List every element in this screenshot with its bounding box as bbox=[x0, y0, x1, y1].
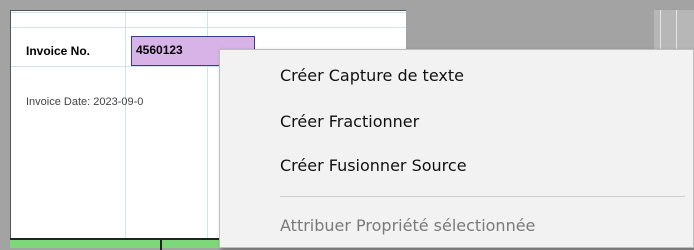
menu-icon-gutter bbox=[220, 50, 252, 247]
menu-item-create-merge-source[interactable]: Créer Fusionner Source bbox=[280, 156, 467, 175]
menu-item-create-text-capture[interactable]: Créer Capture de texte bbox=[280, 66, 464, 85]
invoice-number-label: Invoice No. bbox=[26, 44, 91, 58]
guide-line bbox=[11, 12, 406, 13]
table-header-row bbox=[10, 238, 220, 250]
context-menu: Créer Capture de texte Créer Fractionner… bbox=[219, 49, 694, 248]
menu-separator bbox=[280, 196, 685, 197]
menu-item-assign-selected-property: Attribuer Propriété sélectionnée bbox=[280, 216, 536, 235]
document-viewport: Invoice No. 4560123 Invoice Date: 2023-0… bbox=[0, 0, 694, 250]
invoice-number-value: 4560123 bbox=[136, 43, 183, 57]
invoice-date-text: Invoice Date: 2023-09-0 bbox=[26, 96, 144, 108]
guide-line bbox=[11, 27, 406, 28]
guide-line bbox=[125, 11, 126, 248]
menu-item-create-split[interactable]: Créer Fractionner bbox=[280, 112, 419, 131]
